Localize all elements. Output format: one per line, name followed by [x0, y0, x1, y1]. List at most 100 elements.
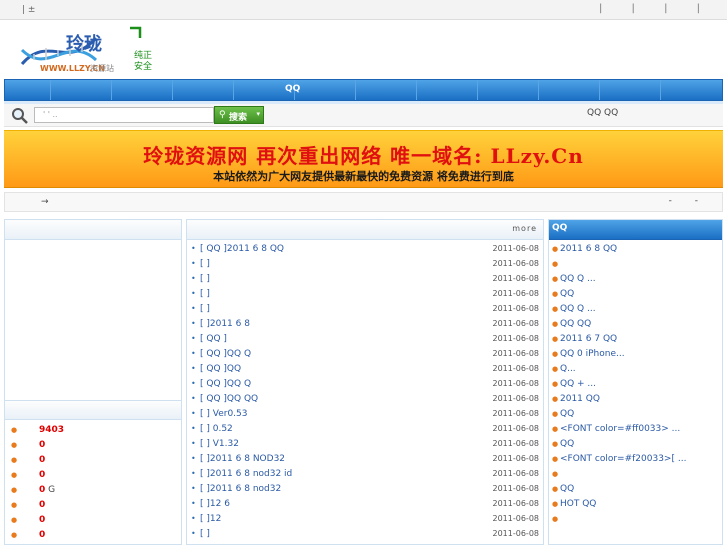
article-title[interactable]: [ ]2011 6 8 nod32 id: [200, 469, 292, 479]
news-title[interactable]: QQ + ...: [560, 379, 596, 389]
article-title[interactable]: [ QQ ]: [200, 334, 227, 344]
list-item[interactable]: ● 2011 QQ: [552, 392, 720, 407]
article-title[interactable]: [ ]2011 6 8 NOD32: [200, 454, 285, 464]
list-item[interactable]: ●: [552, 512, 720, 527]
list-item[interactable]: • [ ] 2011-06-08: [191, 287, 541, 302]
news-title[interactable]: QQ: [560, 409, 574, 419]
article-title[interactable]: [ ]2011 6 8: [200, 319, 250, 329]
list-item[interactable]: ● QQ Q ...: [552, 302, 720, 317]
news-title[interactable]: 2011 6 7 QQ: [560, 334, 617, 344]
nav-item-qq[interactable]: QQ: [285, 84, 300, 94]
article-title[interactable]: [ ]: [200, 289, 210, 299]
list-item[interactable]: ● Q...: [552, 362, 720, 377]
list-item[interactable]: • [ ]12 2011-06-08: [191, 512, 541, 527]
nav-item[interactable]: [173, 80, 234, 100]
news-title[interactable]: <FONT color=#f20033>[ ...: [560, 454, 686, 464]
news-title[interactable]: Q...: [560, 364, 576, 374]
news-title[interactable]: QQ 0 iPhone...: [560, 349, 625, 359]
top-bar-left-links[interactable]: | ±: [22, 5, 35, 15]
list-item[interactable]: • [ ] V1.32 2011-06-08: [191, 437, 541, 452]
list-item[interactable]: • [ ]12 6 2011-06-08: [191, 497, 541, 512]
list-item[interactable]: ● QQ: [552, 407, 720, 422]
article-title[interactable]: [ QQ ]QQ Q: [200, 379, 251, 389]
nav-item[interactable]: [112, 80, 173, 100]
list-item[interactable]: • [ QQ ]QQ Q 2011-06-08: [191, 377, 541, 392]
list-item[interactable]: ● 2011 6 8 QQ: [552, 242, 720, 257]
list-item[interactable]: ● QQ + ...: [552, 377, 720, 392]
nav-item[interactable]: [600, 80, 661, 100]
list-item[interactable]: ● QQ QQ: [552, 317, 720, 332]
list-item[interactable]: • [ QQ ] 2011-06-08: [191, 332, 541, 347]
search-input[interactable]: ' ' ..: [34, 107, 214, 123]
article-title[interactable]: [ QQ ]QQ Q: [200, 349, 251, 359]
list-item[interactable]: • [ ] 0.52 2011-06-08: [191, 422, 541, 437]
article-title[interactable]: [ ]: [200, 529, 210, 539]
nav-item[interactable]: [51, 80, 112, 100]
news-title[interactable]: HOT QQ: [560, 499, 596, 509]
top-bar-right-links[interactable]: | | | |: [599, 3, 713, 14]
list-item[interactable]: • [ ]2011 6 8 nod32 2011-06-08: [191, 482, 541, 497]
list-item[interactable]: • [ ]2011 6 8 nod32 id 2011-06-08: [191, 467, 541, 482]
qq-news-panel: QQ ● 2011 6 8 QQ ● ● QQ Q ... ● QQ ● QQ Q ..…: [548, 219, 723, 545]
news-title[interactable]: QQ Q ...: [560, 304, 596, 314]
list-item[interactable]: ● HOT QQ: [552, 497, 720, 512]
news-title[interactable]: <FONT color=#ff0033> ...: [560, 424, 680, 434]
list-item[interactable]: ● QQ 0 iPhone...: [552, 347, 720, 362]
nav-item[interactable]: [295, 80, 356, 100]
list-item[interactable]: ● <FONT color=#f20033>[ ...: [552, 452, 720, 467]
list-item[interactable]: • [ ] 2011-06-08: [191, 272, 541, 287]
search-button[interactable]: ⚲ 搜索 ▾: [214, 106, 264, 124]
site-logo[interactable]: 玲珑 纯正 安全 WWW.LLZY.CN 资源站: [18, 26, 156, 74]
article-title[interactable]: [ ] 0.52: [200, 424, 233, 434]
list-item[interactable]: • [ QQ ]QQ QQ 2011-06-08: [191, 392, 541, 407]
notice-right-links[interactable]: - -: [669, 196, 708, 206]
article-title[interactable]: [ ]2011 6 8 nod32: [200, 484, 281, 494]
article-title[interactable]: [ QQ ]2011 6 8 QQ: [200, 244, 284, 254]
list-item[interactable]: ●: [552, 257, 720, 272]
list-item[interactable]: ●: [552, 467, 720, 482]
news-title[interactable]: 2011 QQ: [560, 394, 600, 404]
article-title[interactable]: [ ]: [200, 274, 210, 284]
list-item[interactable]: • [ ]2011 6 8 2011-06-08: [191, 317, 541, 332]
news-title[interactable]: QQ: [560, 439, 574, 449]
list-item[interactable]: ● QQ: [552, 287, 720, 302]
stat-row: ● 0: [11, 498, 179, 513]
article-title[interactable]: [ ] Ver0.53: [200, 409, 247, 419]
list-item[interactable]: ● QQ: [552, 482, 720, 497]
list-item[interactable]: • [ ] Ver0.53 2011-06-08: [191, 407, 541, 422]
chevron-down-icon[interactable]: ▾: [256, 110, 260, 118]
promo-banner[interactable]: 玲珑资源网 再次重出网络 唯一域名: LLzy.Cn 本站依然为广大网友提供最新…: [4, 130, 723, 188]
news-title[interactable]: QQ QQ: [560, 319, 591, 329]
article-title[interactable]: [ ] V1.32: [200, 439, 239, 449]
article-title[interactable]: [ ]: [200, 304, 210, 314]
news-title[interactable]: QQ: [560, 484, 574, 494]
search-right-links[interactable]: QQ QQ: [587, 108, 618, 118]
list-item[interactable]: • [ ] 2011-06-08: [191, 257, 541, 272]
article-date: 2011-06-08: [492, 499, 540, 508]
list-item[interactable]: ● QQ Q ...: [552, 272, 720, 287]
news-title[interactable]: QQ Q ...: [560, 274, 596, 284]
article-title[interactable]: [ ]12: [200, 514, 221, 524]
nav-item[interactable]: [539, 80, 600, 100]
list-item[interactable]: • [ QQ ]QQ Q 2011-06-08: [191, 347, 541, 362]
more-link[interactable]: more: [512, 224, 537, 233]
list-item[interactable]: ● 2011 6 7 QQ: [552, 332, 720, 347]
article-title[interactable]: [ QQ ]QQ: [200, 364, 241, 374]
list-item[interactable]: • [ QQ ]2011 6 8 QQ 2011-06-08: [191, 242, 541, 257]
list-item[interactable]: ● <FONT color=#ff0033> ...: [552, 422, 720, 437]
list-item[interactable]: • [ QQ ]QQ 2011-06-08: [191, 362, 541, 377]
news-title[interactable]: QQ: [560, 289, 574, 299]
nav-item[interactable]: [417, 80, 478, 100]
bullet-icon: ●: [552, 260, 559, 268]
nav-item[interactable]: [478, 80, 539, 100]
nav-item[interactable]: [5, 80, 51, 100]
list-item[interactable]: • [ ] 2011-06-08: [191, 302, 541, 317]
list-item[interactable]: • [ ]2011 6 8 NOD32 2011-06-08: [191, 452, 541, 467]
news-title[interactable]: 2011 6 8 QQ: [560, 244, 617, 254]
article-title[interactable]: [ QQ ]QQ QQ: [200, 394, 258, 404]
nav-item[interactable]: [356, 80, 417, 100]
article-title[interactable]: [ ]12 6: [200, 499, 230, 509]
list-item[interactable]: • [ ] 2011-06-08: [191, 527, 541, 542]
article-title[interactable]: [ ]: [200, 259, 210, 269]
list-item[interactable]: ● QQ: [552, 437, 720, 452]
